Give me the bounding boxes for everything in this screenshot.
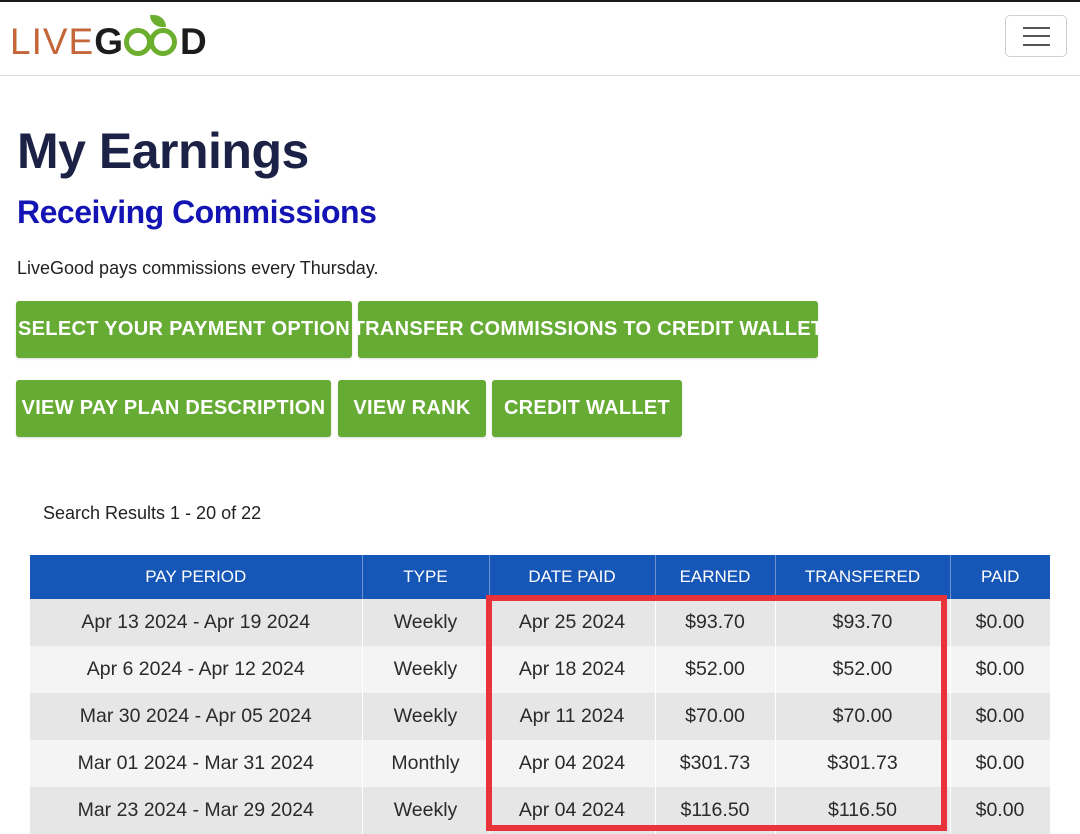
table-header-row: PAY PERIOD TYPE DATE PAID EARNED TRANSFE… bbox=[30, 555, 1050, 599]
logo-leaf-icon bbox=[124, 15, 180, 57]
cell-type: Weekly bbox=[362, 599, 490, 646]
intro-text: LiveGood pays commissions every Thursday… bbox=[17, 258, 379, 278]
cell-paid: $0.00 bbox=[950, 693, 1051, 740]
cell-type: Weekly bbox=[362, 693, 490, 740]
cell-date-paid: Apr 25 2024 bbox=[489, 599, 656, 646]
page-title: My Earnings bbox=[17, 123, 309, 179]
cell-transfered: $301.73 bbox=[775, 740, 951, 787]
logo-text-live: LIVE bbox=[10, 21, 95, 62]
cell-earned: $52.00 bbox=[655, 646, 776, 693]
view-pay-plan-button[interactable]: VIEW PAY PLAN DESCRIPTION bbox=[16, 380, 331, 437]
cell-date-paid: Apr 18 2024 bbox=[489, 646, 656, 693]
column-header-type[interactable]: TYPE bbox=[362, 555, 490, 599]
column-header-earned[interactable]: EARNED bbox=[655, 555, 776, 599]
cell-date-paid: Apr 04 2024 bbox=[489, 787, 656, 834]
table-row: Apr 6 2024 - Apr 12 2024 Weekly Apr 18 2… bbox=[30, 646, 1051, 693]
cell-paid: $0.00 bbox=[950, 646, 1051, 693]
cell-earned: $301.73 bbox=[655, 740, 776, 787]
cell-pay-period: Mar 01 2024 - Mar 31 2024 bbox=[30, 740, 363, 787]
column-header-date-paid[interactable]: DATE PAID bbox=[489, 555, 656, 599]
cell-paid: $0.00 bbox=[950, 599, 1051, 646]
cell-earned: $116.50 bbox=[655, 787, 776, 834]
column-header-transfered[interactable]: TRANSFERED bbox=[775, 555, 951, 599]
table-row: Apr 13 2024 - Apr 19 2024 Weekly Apr 25 … bbox=[30, 599, 1051, 646]
cell-pay-period: Apr 6 2024 - Apr 12 2024 bbox=[30, 646, 363, 693]
livegood-logo[interactable]: LIVEG D bbox=[10, 15, 208, 62]
table-row: Mar 01 2024 - Mar 31 2024 Monthly Apr 04… bbox=[30, 740, 1051, 787]
cell-paid: $0.00 bbox=[950, 787, 1051, 834]
cell-date-paid: Apr 04 2024 bbox=[489, 740, 656, 787]
search-results-count: Search Results 1 - 20 of 22 bbox=[43, 503, 262, 523]
cell-pay-period: Apr 13 2024 - Apr 19 2024 bbox=[30, 599, 363, 646]
cell-transfered: $116.50 bbox=[775, 787, 951, 834]
view-rank-button[interactable]: VIEW RANK bbox=[338, 380, 486, 437]
cell-pay-period: Mar 30 2024 - Apr 05 2024 bbox=[30, 693, 363, 740]
cell-earned: $70.00 bbox=[655, 693, 776, 740]
cell-date-paid: Apr 11 2024 bbox=[489, 693, 656, 740]
column-header-paid[interactable]: PAID bbox=[950, 555, 1050, 599]
cell-paid: $0.00 bbox=[950, 740, 1051, 787]
cell-transfered: $52.00 bbox=[775, 646, 951, 693]
cell-type: Weekly bbox=[362, 787, 490, 834]
credit-wallet-button[interactable]: CREDIT WALLET bbox=[492, 380, 682, 437]
logo-text-d: D bbox=[180, 21, 208, 62]
select-payment-option-button[interactable]: SELECT YOUR PAYMENT OPTION bbox=[16, 301, 352, 358]
cell-type: Monthly bbox=[362, 740, 490, 787]
page-subtitle: Receiving Commissions bbox=[17, 194, 377, 230]
table-row: Mar 23 2024 - Mar 29 2024 Weekly Apr 04 … bbox=[30, 787, 1051, 834]
cell-transfered: $93.70 bbox=[775, 599, 951, 646]
cell-transfered: $70.00 bbox=[775, 693, 951, 740]
top-navbar: LIVEG D bbox=[0, 0, 1080, 76]
cell-type: Weekly bbox=[362, 646, 490, 693]
hamburger-menu-icon[interactable] bbox=[1005, 15, 1067, 57]
earnings-table: PAY PERIOD TYPE DATE PAID EARNED TRANSFE… bbox=[30, 555, 1051, 834]
logo-text-g: G bbox=[94, 21, 124, 62]
transfer-commissions-button[interactable]: TRANSFER COMMISSIONS TO CREDIT WALLET bbox=[353, 301, 823, 358]
column-header-pay-period[interactable]: PAY PERIOD bbox=[30, 555, 363, 599]
cell-pay-period: Mar 23 2024 - Mar 29 2024 bbox=[30, 787, 363, 834]
cell-earned: $93.70 bbox=[655, 599, 776, 646]
table-row: Mar 30 2024 - Apr 05 2024 Weekly Apr 11 … bbox=[30, 693, 1051, 740]
